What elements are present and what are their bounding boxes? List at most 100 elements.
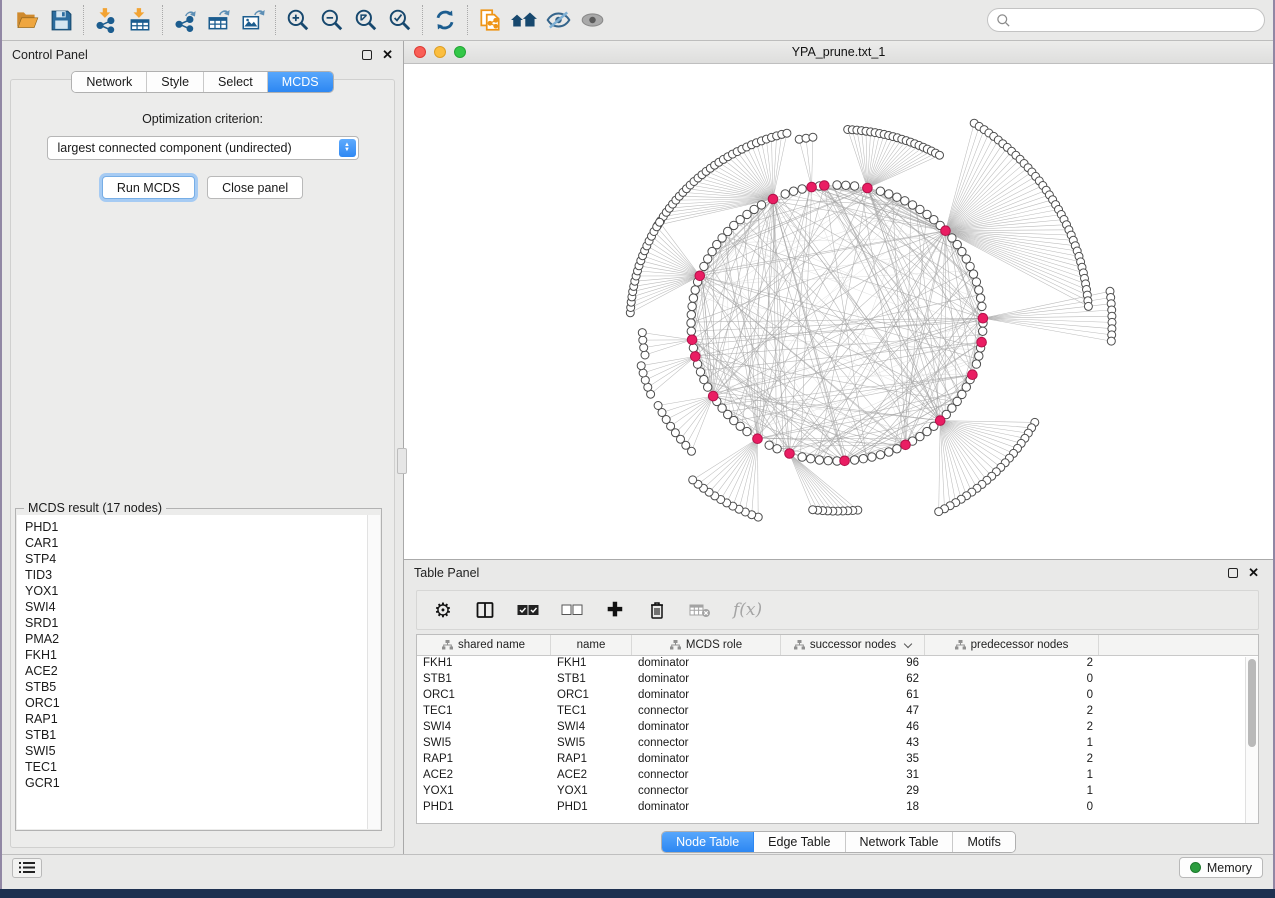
network-node[interactable] [975, 352, 983, 360]
mcds-hub-node[interactable] [977, 337, 987, 347]
zoom-out-button[interactable] [315, 4, 349, 36]
table-cell[interactable]: connector [632, 704, 781, 720]
float-panel-icon[interactable] [1228, 568, 1238, 578]
network-node[interactable] [1084, 302, 1092, 310]
mcds-hub-node[interactable] [820, 181, 830, 191]
network-node[interactable] [689, 476, 697, 484]
mcds-hub-node[interactable] [978, 313, 988, 323]
table-cell[interactable]: 2 [925, 656, 1099, 672]
table-cell[interactable]: ORC1 [551, 688, 632, 704]
table-row[interactable]: ORC1ORC1dominator610 [417, 688, 1258, 704]
table-cell[interactable]: PHD1 [417, 800, 551, 816]
table-cell[interactable]: 35 [781, 752, 925, 768]
network-node[interactable] [885, 448, 893, 456]
table-row[interactable]: SWI4SWI4dominator462 [417, 720, 1258, 736]
mcds-result-item[interactable]: ORC1 [25, 695, 367, 711]
table-row[interactable]: FKH1FKH1dominator962 [417, 656, 1258, 672]
table-row[interactable]: SWI5SWI5connector431 [417, 736, 1258, 752]
table-cell[interactable]: 2 [925, 704, 1099, 720]
table-cell[interactable]: dominator [632, 688, 781, 704]
network-node[interactable] [638, 329, 646, 337]
network-node[interactable] [936, 151, 944, 159]
table-cell[interactable]: SWI5 [417, 736, 551, 752]
network-node[interactable] [700, 375, 708, 383]
column-header-MCDS-role[interactable]: MCDS role [632, 635, 781, 655]
mcds-hub-node[interactable] [807, 182, 817, 192]
zoom-selected-button[interactable] [383, 4, 417, 36]
network-node[interactable] [773, 445, 781, 453]
network-node[interactable] [969, 270, 977, 278]
open-file-button[interactable] [10, 4, 44, 36]
network-graph[interactable] [404, 64, 1272, 559]
table-cell[interactable]: SWI4 [551, 720, 632, 736]
mcds-hub-node[interactable] [768, 194, 778, 204]
table-cell[interactable]: 31 [781, 768, 925, 784]
refresh-button[interactable] [428, 4, 462, 36]
zoom-in-button[interactable] [281, 4, 315, 36]
tab-style[interactable]: Style [147, 72, 204, 92]
mcds-hub-node[interactable] [785, 449, 795, 459]
network-node[interactable] [639, 336, 647, 344]
network-node[interactable] [966, 262, 974, 270]
network-node[interactable] [757, 201, 765, 209]
network-node[interactable] [640, 344, 648, 352]
mcds-result-item[interactable]: STB1 [25, 727, 367, 743]
network-node[interactable] [696, 368, 704, 376]
tab-motifs[interactable]: Motifs [953, 832, 1014, 852]
network-node[interactable] [656, 218, 664, 226]
network-node[interactable] [687, 311, 695, 319]
export-network-button[interactable] [168, 4, 202, 36]
search-box[interactable] [987, 8, 1265, 32]
table-cell[interactable]: TEC1 [417, 704, 551, 720]
network-node[interactable] [901, 197, 909, 205]
mcds-result-item[interactable]: SRD1 [25, 615, 367, 631]
mcds-result-item[interactable]: RAP1 [25, 711, 367, 727]
network-node[interactable] [842, 181, 850, 189]
tab-mcds[interactable]: MCDS [268, 72, 333, 92]
tab-select[interactable]: Select [204, 72, 268, 92]
mcds-result-item[interactable]: YOX1 [25, 583, 367, 599]
column-panel-button[interactable] [475, 600, 495, 620]
optimization-criterion-select[interactable]: largest connected component (undirected)… [47, 136, 359, 160]
table-cell[interactable]: 46 [781, 720, 925, 736]
table-scrollbar[interactable] [1245, 657, 1258, 823]
mcds-result-item[interactable]: PMA2 [25, 631, 367, 647]
table-cell[interactable]: 29 [781, 784, 925, 800]
table-options-button[interactable]: ⚙ [433, 598, 453, 623]
table-cell[interactable]: ACE2 [417, 768, 551, 784]
table-cell[interactable]: dominator [632, 720, 781, 736]
network-node[interactable] [876, 187, 884, 195]
hide-selected-button[interactable] [541, 4, 575, 36]
network-node[interactable] [641, 351, 649, 359]
mcds-result-item[interactable]: ACE2 [25, 663, 367, 679]
table-cell[interactable]: connector [632, 768, 781, 784]
network-node[interactable] [781, 190, 789, 198]
mcds-hub-node[interactable] [968, 370, 978, 380]
search-input[interactable] [1011, 13, 1256, 27]
tab-network-table[interactable]: Network Table [846, 832, 954, 852]
column-header-predecessor-nodes[interactable]: predecessor nodes [925, 635, 1099, 655]
column-header-shared-name[interactable]: shared name [417, 635, 551, 655]
network-canvas[interactable] [404, 64, 1273, 559]
network-node[interactable] [688, 302, 696, 310]
mcds-hub-node[interactable] [941, 226, 951, 236]
table-cell[interactable]: SWI5 [551, 736, 632, 752]
create-column-button[interactable]: ✚ [605, 599, 625, 622]
network-window-titlebar[interactable]: YPA_prune.txt_1 [404, 41, 1273, 64]
table-cell[interactable]: 0 [925, 800, 1099, 816]
network-node[interactable] [765, 441, 773, 449]
close-panel-icon[interactable]: ✕ [1248, 568, 1259, 578]
mcds-result-item[interactable]: STP4 [25, 551, 367, 567]
mcds-hub-node[interactable] [863, 183, 873, 193]
network-node[interactable] [975, 286, 983, 294]
list-scrollbar[interactable] [367, 515, 380, 829]
network-node[interactable] [893, 193, 901, 201]
network-node[interactable] [789, 187, 797, 195]
network-node[interactable] [691, 286, 699, 294]
scrollbar-thumb[interactable] [1248, 659, 1256, 747]
network-node[interactable] [876, 451, 884, 459]
mcds-result-item[interactable]: TEC1 [25, 759, 367, 775]
mcds-hub-node[interactable] [935, 416, 945, 426]
network-node[interactable] [798, 453, 806, 461]
table-cell[interactable]: 2 [925, 720, 1099, 736]
